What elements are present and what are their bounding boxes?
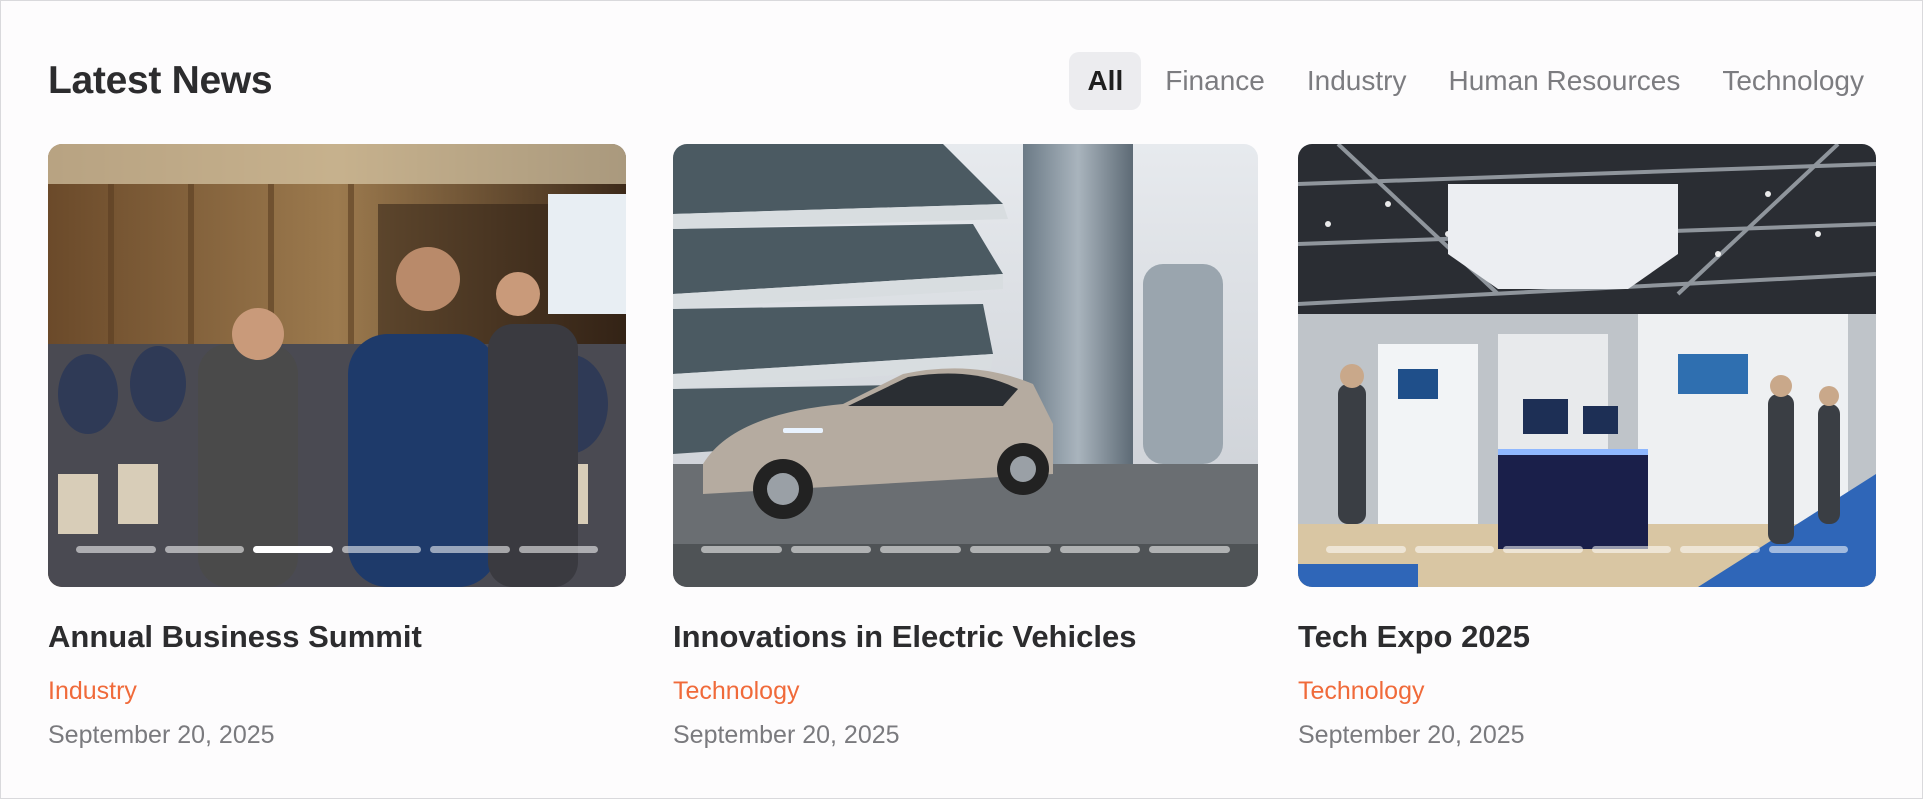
carousel-dot[interactable] xyxy=(880,546,962,553)
card-category: Technology xyxy=(1298,677,1425,705)
card-image-carousel[interactable] xyxy=(48,144,626,587)
card-title[interactable]: Innovations in Electric Vehicles xyxy=(673,617,1258,657)
card-date: September 20, 2025 xyxy=(1298,721,1525,749)
card-image-carousel[interactable] xyxy=(673,144,1258,587)
carousel-dot[interactable] xyxy=(76,546,156,553)
conference-photo xyxy=(48,144,626,587)
carousel-dot[interactable] xyxy=(1059,546,1141,553)
carousel-indicators xyxy=(701,546,1231,553)
carousel-dot[interactable] xyxy=(970,546,1051,553)
filter-industry[interactable]: Industry xyxy=(1289,52,1425,110)
news-card[interactable]: Annual Business Summit Industry Septembe… xyxy=(48,144,626,751)
card-title[interactable]: Annual Business Summit xyxy=(48,617,626,657)
category-filter-tabs: All Finance Industry Human Resources Tec… xyxy=(1069,52,1882,110)
carousel-dot[interactable] xyxy=(430,546,510,553)
filter-finance[interactable]: Finance xyxy=(1147,52,1283,110)
news-section: Latest News All Finance Industry Human R… xyxy=(0,0,1923,799)
card-category: Industry xyxy=(48,677,137,705)
card-date: September 20, 2025 xyxy=(48,721,275,749)
carousel-dot[interactable] xyxy=(790,546,872,553)
carousel-indicators xyxy=(76,546,598,553)
filter-all[interactable]: All xyxy=(1069,52,1142,110)
card-image-carousel[interactable] xyxy=(1298,144,1876,587)
carousel-indicators xyxy=(1326,546,1848,553)
carousel-dot[interactable] xyxy=(164,546,244,553)
carousel-dot[interactable] xyxy=(341,546,421,553)
carousel-dot[interactable] xyxy=(253,546,333,553)
section-title: Latest News xyxy=(48,59,273,102)
carousel-dot[interactable] xyxy=(701,546,782,553)
carousel-dot[interactable] xyxy=(1149,546,1231,553)
card-date: September 20, 2025 xyxy=(673,721,900,749)
news-card[interactable]: Innovations in Electric Vehicles Technol… xyxy=(673,144,1258,751)
carousel-dot[interactable] xyxy=(1326,546,1406,553)
carousel-dot[interactable] xyxy=(1768,546,1848,553)
carousel-dot[interactable] xyxy=(1591,546,1671,553)
electric-car-photo xyxy=(673,144,1258,587)
expo-booth-photo xyxy=(1298,144,1876,587)
filter-technology[interactable]: Technology xyxy=(1704,52,1882,110)
carousel-dot[interactable] xyxy=(1503,546,1583,553)
card-category: Technology xyxy=(673,677,800,705)
carousel-dot[interactable] xyxy=(1414,546,1494,553)
news-card[interactable]: Tech Expo 2025 Technology September 20, … xyxy=(1298,144,1876,751)
carousel-dot[interactable] xyxy=(1680,546,1760,553)
filter-human-resources[interactable]: Human Resources xyxy=(1430,52,1698,110)
carousel-dot[interactable] xyxy=(518,546,598,553)
card-title[interactable]: Tech Expo 2025 xyxy=(1298,617,1876,657)
